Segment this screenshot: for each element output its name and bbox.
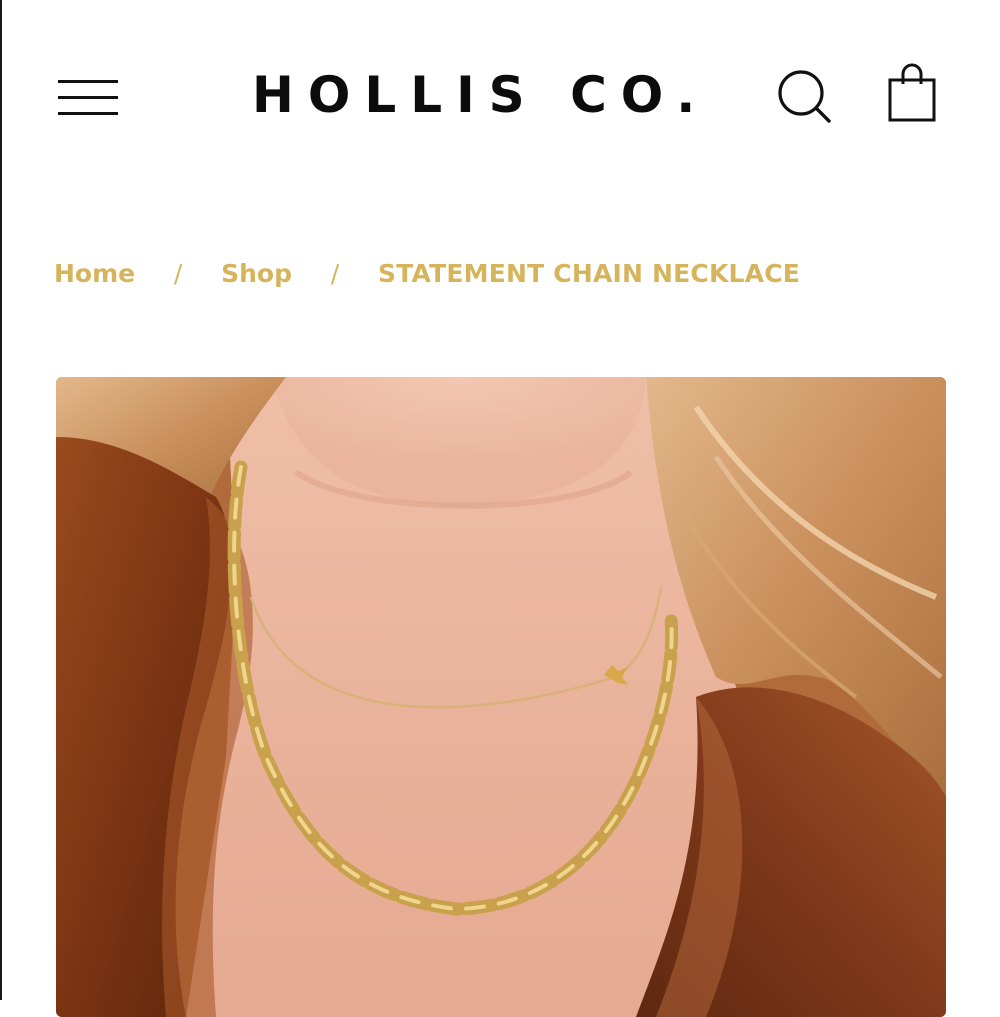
breadcrumb-current-page: STATEMENT CHAIN NECKLACE (377, 259, 801, 288)
menu-button[interactable] (56, 76, 120, 122)
menu-icon-line (58, 80, 118, 83)
product-photo (56, 377, 946, 1017)
brand-logo[interactable]: HOLLIS CO. (252, 62, 709, 128)
breadcrumb: Home / Shop / STATEMENT CHAIN NECKLACE (54, 252, 800, 296)
site-header: HOLLIS CO. (0, 0, 1000, 190)
search-button[interactable] (774, 66, 834, 126)
breadcrumb-shop-link[interactable]: Shop (221, 259, 292, 288)
menu-icon-line (58, 112, 118, 115)
cart-button[interactable] (884, 60, 940, 126)
menu-icon-line (58, 96, 118, 99)
search-icon (778, 70, 831, 123)
breadcrumb-home-link[interactable]: Home (54, 259, 135, 288)
product-image[interactable] (56, 377, 946, 1017)
shopping-bag-icon (888, 63, 936, 122)
breadcrumb-separator: / (330, 259, 340, 288)
breadcrumb-separator: / (173, 259, 183, 288)
